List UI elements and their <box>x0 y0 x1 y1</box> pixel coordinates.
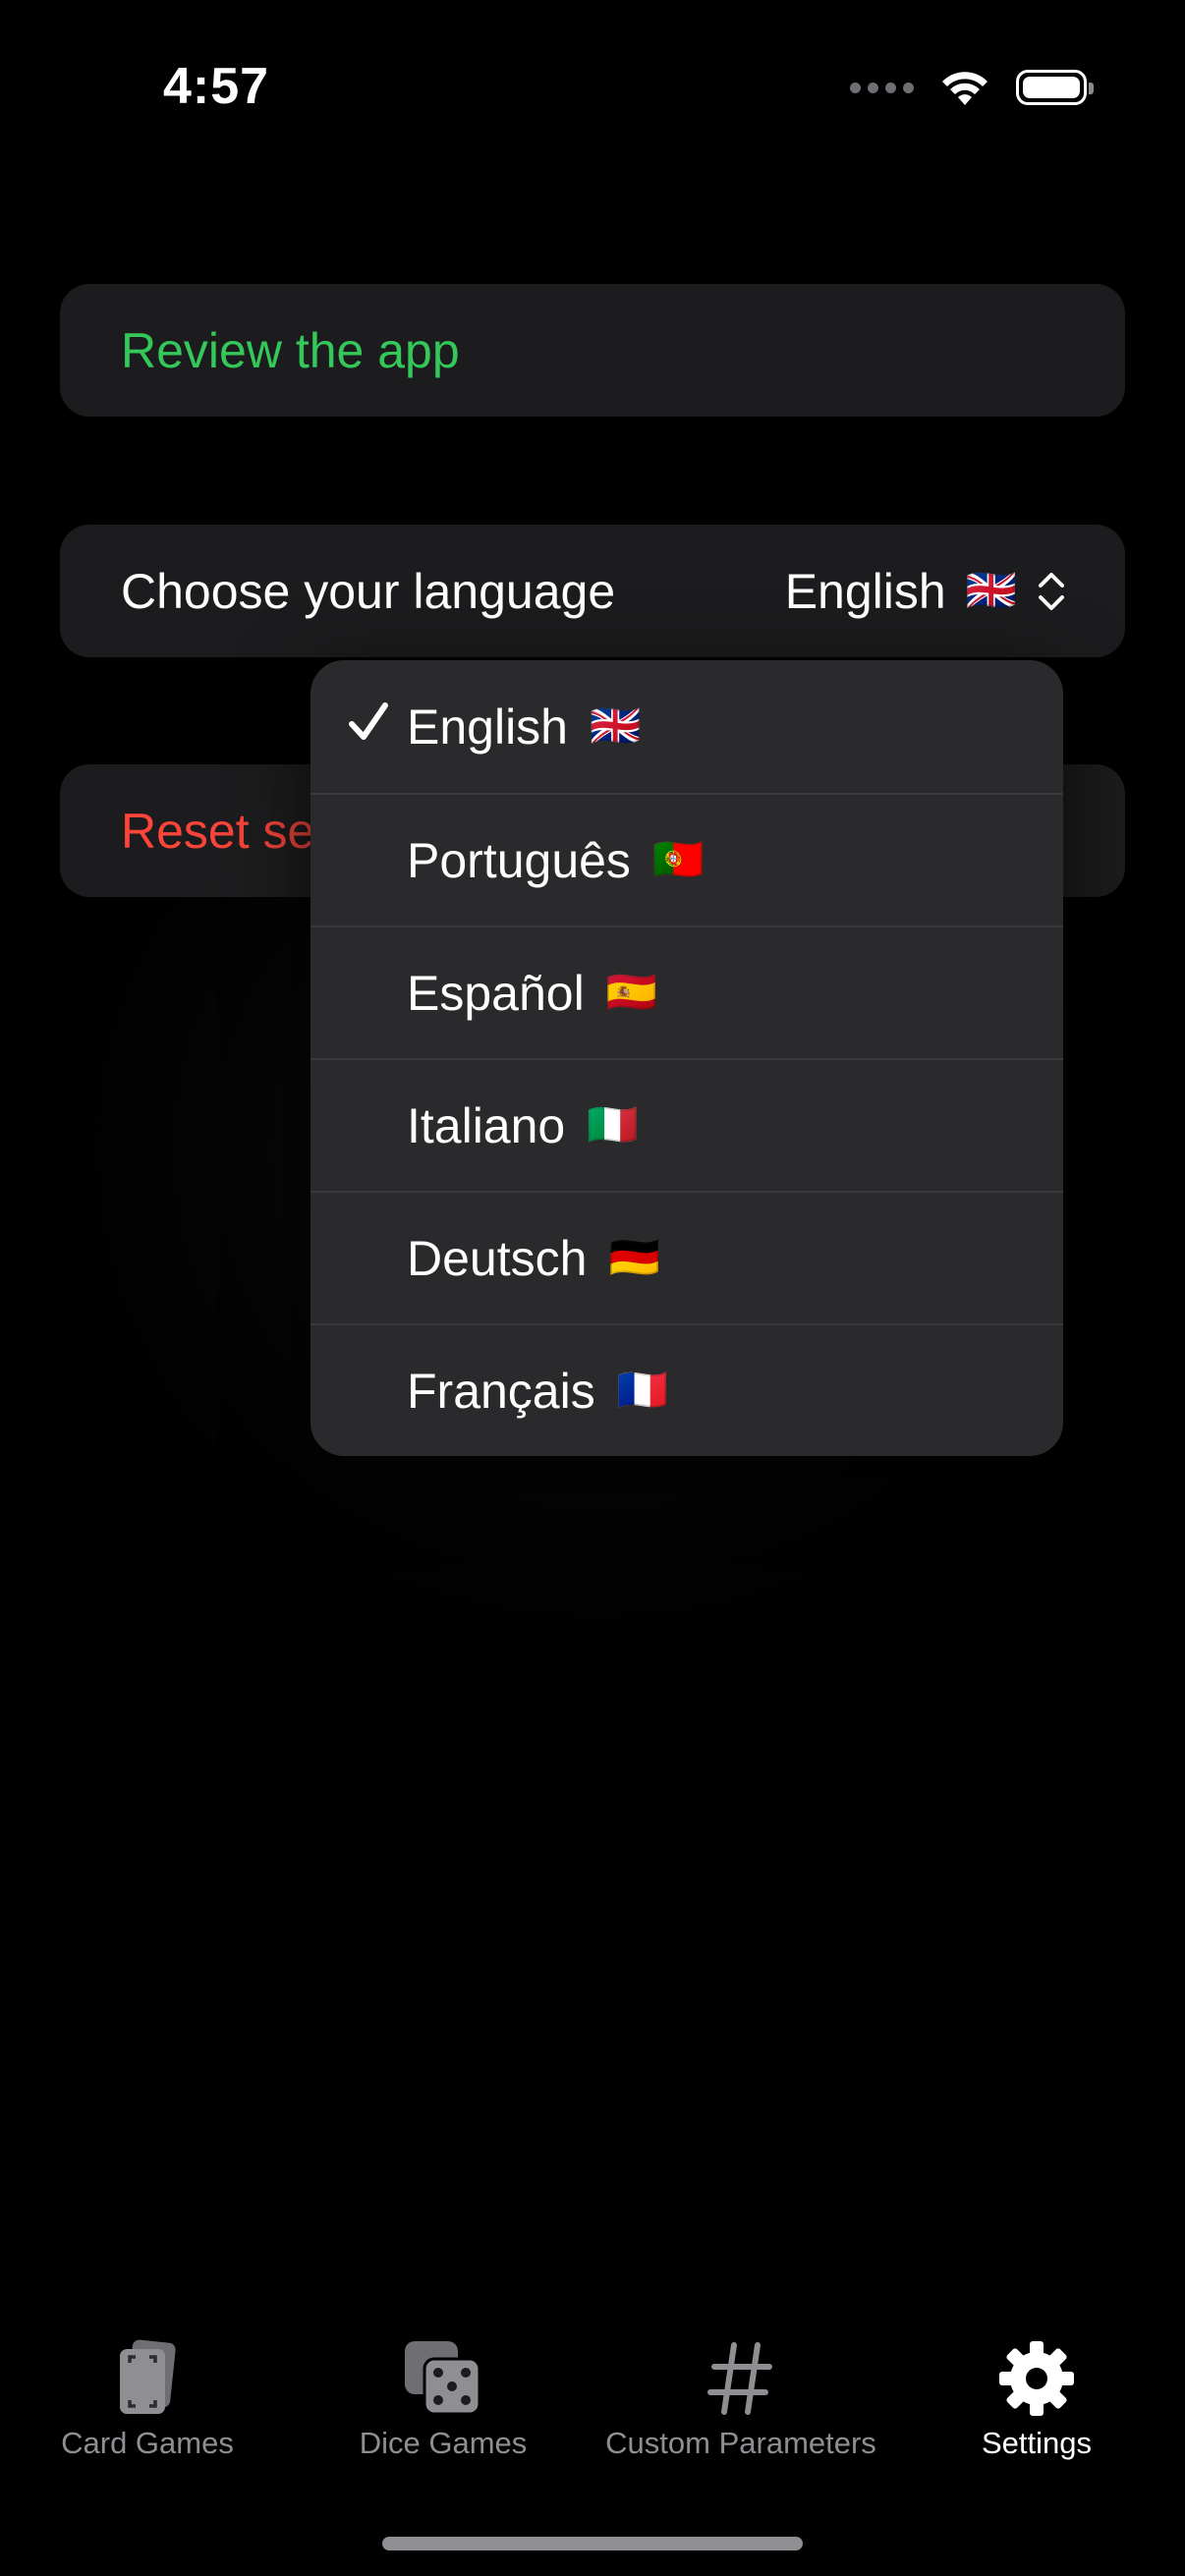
cards-icon <box>120 2339 176 2414</box>
tab-label: Card Games <box>61 2426 234 2460</box>
language-option-label: English <box>407 699 568 755</box>
number-sign-icon <box>707 2342 772 2415</box>
home-indicator[interactable] <box>382 2537 803 2550</box>
tab-custom-parameters[interactable]: Custom Parameters <box>593 2333 888 2461</box>
review-app-label: Review the app <box>121 322 460 378</box>
tab-label: Dice Games <box>359 2426 528 2460</box>
language-menu: English 🇬🇧 Português 🇵🇹 Español 🇪🇸 Itali… <box>310 660 1063 1456</box>
language-picker-row[interactable]: Choose your language English 🇬🇧 <box>60 525 1125 657</box>
language-option-spanish[interactable]: Español 🇪🇸 <box>310 925 1063 1058</box>
status-indicators <box>850 65 1094 110</box>
language-option-label: Deutsch <box>407 1230 588 1286</box>
language-option-english[interactable]: English 🇬🇧 <box>310 660 1063 793</box>
uk-flag-icon: 🇬🇧 <box>590 702 642 749</box>
gear-icon <box>999 2341 1074 2416</box>
germany-flag-icon: 🇩🇪 <box>608 1234 660 1280</box>
tab-card-games[interactable]: Card Games <box>0 2333 295 2461</box>
tab-settings[interactable]: Settings <box>889 2333 1184 2461</box>
review-app-button[interactable]: Review the app <box>60 284 1125 417</box>
language-option-italian[interactable]: Italiano 🇮🇹 <box>310 1058 1063 1191</box>
wifi-icon <box>942 72 988 105</box>
portugal-flag-icon: 🇵🇹 <box>651 836 705 882</box>
chevron-up-down-icon <box>1039 572 1064 610</box>
settings-screen: 4:57 Review the app Choose your language… <box>0 0 1185 2576</box>
france-flag-icon: 🇫🇷 <box>616 1367 669 1413</box>
status-time: 4:57 <box>163 58 270 115</box>
checkmark-icon <box>349 702 388 740</box>
cellular-signal-icon <box>850 82 914 93</box>
language-option-label: Français <box>407 1363 595 1419</box>
dice-icon <box>405 2341 481 2416</box>
language-picker-value[interactable]: English 🇬🇧 <box>785 563 1066 620</box>
italy-flag-icon: 🇮🇹 <box>587 1101 639 1148</box>
language-option-portuguese[interactable]: Português 🇵🇹 <box>310 793 1063 925</box>
language-option-german[interactable]: Deutsch 🇩🇪 <box>310 1191 1063 1323</box>
reset-settings-label: Reset se <box>121 803 315 859</box>
tab-label: Custom Parameters <box>605 2426 876 2460</box>
language-option-label: Español <box>407 965 585 1021</box>
language-option-label: Português <box>407 832 631 888</box>
tab-bar: Card Games Dice Games Custom Parameters … <box>0 2333 1185 2481</box>
language-label: Choose your language <box>121 563 616 619</box>
language-option-french[interactable]: Français 🇫🇷 <box>310 1323 1063 1456</box>
language-option-label: Italiano <box>407 1097 566 1153</box>
tab-dice-games[interactable]: Dice Games <box>296 2333 591 2461</box>
language-value-text: English <box>784 563 946 619</box>
battery-icon <box>1016 70 1094 105</box>
uk-flag-icon: 🇬🇧 <box>965 567 1017 613</box>
tab-label: Settings <box>981 2426 1092 2460</box>
spain-flag-icon: 🇪🇸 <box>605 969 657 1015</box>
